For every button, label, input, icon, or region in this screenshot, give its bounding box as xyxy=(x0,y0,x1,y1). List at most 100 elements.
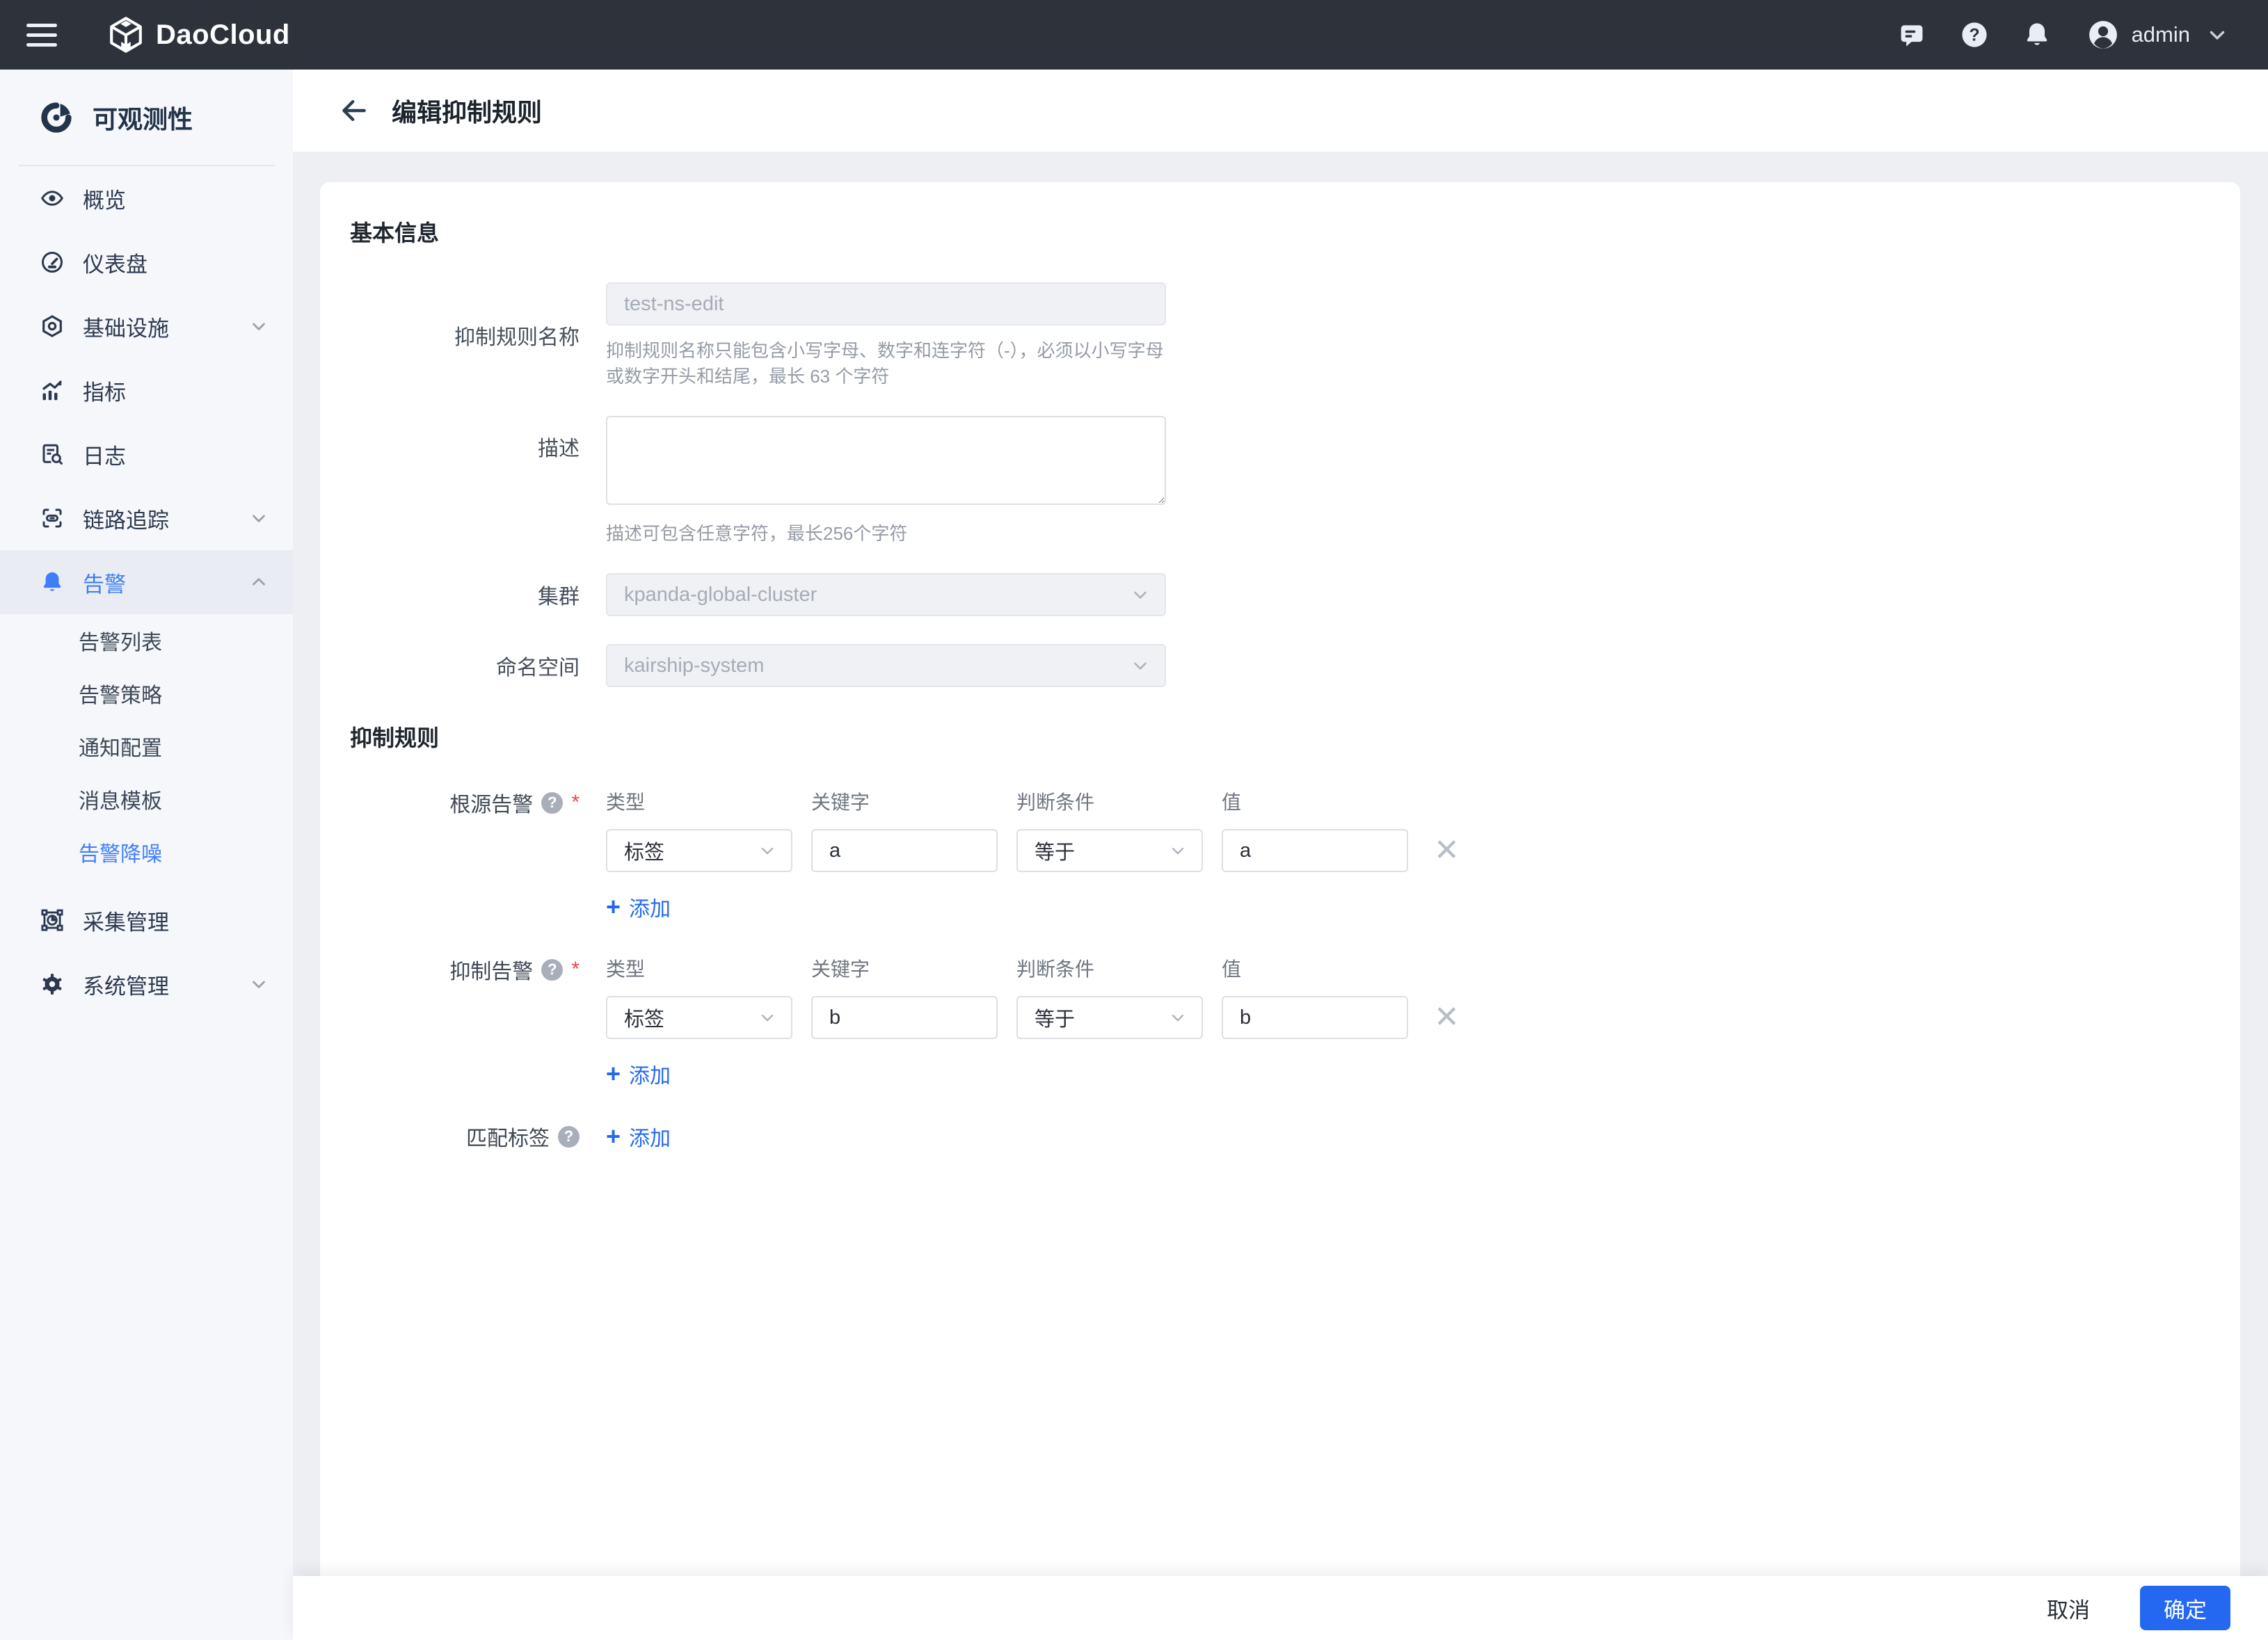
source-value-input[interactable] xyxy=(1222,829,1408,872)
match-add-button[interactable]: + 添加 xyxy=(606,1121,671,1152)
help-icon[interactable]: ? xyxy=(541,791,564,814)
chevron-down-icon xyxy=(1172,1014,1184,1022)
remove-row-icon[interactable]: ✕ xyxy=(1434,835,1460,866)
chevron-down-icon xyxy=(248,508,269,529)
suppress-type-select[interactable]: 标签 xyxy=(606,996,792,1039)
section-suppression-rules: 抑制规则 xyxy=(350,725,440,750)
sidebar-item-alerts[interactable]: 告警 xyxy=(0,550,293,614)
form-card: 基本信息 抑制规则名称 抑制规则名称只能包含小写字母、数字和连字符（-），必须以… xyxy=(320,182,2240,1576)
cluster-row: 集群 kpanda-global-cluster xyxy=(350,573,2240,616)
eye-icon xyxy=(40,186,65,211)
suppress-value-input[interactable] xyxy=(1222,996,1408,1039)
help-icon[interactable]: ? xyxy=(558,1125,580,1148)
observability-icon xyxy=(41,102,72,133)
suppress-alert-block: 抑制告警 ? * 类型 关键字 判断条件 值 标签 b 等于 b ✕ + 添加 xyxy=(350,954,2240,1089)
section-basic-info: 基本信息 xyxy=(350,220,440,246)
description-textarea[interactable] xyxy=(606,416,1166,505)
username[interactable]: admin xyxy=(2132,22,2190,47)
rule-column-headers: 类型 关键字 判断条件 值 xyxy=(606,958,1242,980)
page-title: 编辑抑制规则 xyxy=(392,98,543,127)
sidebar-item-metrics[interactable]: 指标 xyxy=(0,358,293,422)
gear-icon xyxy=(40,972,65,997)
sidebar-item-tracing[interactable]: 链路追踪 xyxy=(0,486,293,550)
main-area: 编辑抑制规则 基本信息 抑制规则名称 抑制规则名称只能包含小写字母、数字和连字符… xyxy=(293,70,2268,1640)
help-icon[interactable]: ? xyxy=(1959,19,1990,50)
collect-manage-icon xyxy=(40,908,65,933)
chevron-down-icon xyxy=(248,974,269,995)
sidebar: 可观测性 概览 仪表盘 基础设施 指标 日志 链路追踪 告警 告警列表 告警策略… xyxy=(0,70,293,1640)
source-type-select[interactable]: 标签 xyxy=(606,829,792,872)
back-arrow-icon[interactable] xyxy=(339,95,369,126)
cluster-label: 集群 xyxy=(538,586,580,609)
alert-bell-icon xyxy=(40,570,65,595)
remove-row-icon[interactable]: ✕ xyxy=(1434,1002,1460,1033)
source-op-select[interactable]: 等于 xyxy=(1016,829,1203,872)
chevron-down-icon xyxy=(761,847,774,855)
sidebar-subitem-notify-config[interactable]: 通知配置 xyxy=(0,720,293,773)
namespace-row: 命名空间 kairship-system xyxy=(350,644,2240,687)
sidebar-item-system[interactable]: 系统管理 xyxy=(0,952,293,1016)
required-asterisk: * xyxy=(571,958,580,981)
description-label: 描述 xyxy=(538,437,580,460)
cancel-button[interactable]: 取消 xyxy=(2047,1593,2090,1624)
topbar: DaoCloud ? admin xyxy=(0,0,2268,70)
trend-chart-icon xyxy=(40,378,65,403)
required-asterisk: * xyxy=(571,791,580,814)
user-chevron-down-icon[interactable] xyxy=(2205,23,2229,47)
source-key-input[interactable] xyxy=(811,829,998,872)
chevron-down-icon xyxy=(761,1014,774,1022)
daocloud-logo-icon xyxy=(106,15,146,55)
plus-icon: + xyxy=(606,892,621,921)
source-add-button[interactable]: + 添加 xyxy=(606,892,671,922)
footer-bar: 取消 确定 xyxy=(293,1576,2268,1640)
chevron-down-icon xyxy=(248,316,269,337)
rule-name-help: 抑制规则名称只能包含小写字母、数字和连字符（-），必须以小写字母或数字开头和结尾… xyxy=(606,340,1164,387)
app-body: 可观测性 概览 仪表盘 基础设施 指标 日志 链路追踪 告警 告警列表 告警策略… xyxy=(0,70,2268,1640)
plus-icon: + xyxy=(606,1122,621,1150)
match-labels-block: 匹配标签 ? + 添加 xyxy=(350,1121,2240,1152)
suppress-add-button[interactable]: + 添加 xyxy=(606,1059,671,1089)
source-alert-label-group: 根源告警 ? * xyxy=(449,791,580,817)
hexagon-icon xyxy=(40,314,65,339)
sidebar-item-collection[interactable]: 采集管理 xyxy=(0,888,293,952)
page-header: 编辑抑制规则 xyxy=(293,70,2268,152)
chevron-down-icon xyxy=(1134,591,1147,599)
sidebar-subitem-alert-policy[interactable]: 告警策略 xyxy=(0,667,293,720)
sidebar-item-logs[interactable]: 日志 xyxy=(0,422,293,486)
description-help: 描述可包含任意字符，最长256个字符 xyxy=(606,523,908,544)
message-icon[interactable] xyxy=(1896,19,1927,50)
chevron-up-icon xyxy=(248,572,269,593)
plus-icon: + xyxy=(606,1059,621,1088)
suppress-alert-label-group: 抑制告警 ? * xyxy=(449,958,580,983)
app-root: DaoCloud ? admin 可观测性 概览 仪表盘 基础设施 指标 日志 … xyxy=(0,0,2268,1640)
bell-icon[interactable] xyxy=(2022,19,2052,50)
suppress-op-select[interactable]: 等于 xyxy=(1016,996,1203,1039)
sidebar-subitem-alert-noise-reduction[interactable]: 告警降噪 xyxy=(0,826,293,878)
avatar[interactable] xyxy=(2087,19,2119,51)
sidebar-subitem-alert-list[interactable]: 告警列表 xyxy=(0,614,293,667)
content-area: 基本信息 抑制规则名称 抑制规则名称只能包含小写字母、数字和连字符（-），必须以… xyxy=(293,152,2268,1576)
sidebar-item-infrastructure[interactable]: 基础设施 xyxy=(0,294,293,358)
sidebar-item-dashboard[interactable]: 仪表盘 xyxy=(0,230,293,294)
confirm-button[interactable]: 确定 xyxy=(2140,1586,2230,1630)
rule-name-input[interactable] xyxy=(606,282,1166,325)
rule-name-label: 抑制规则名称 xyxy=(454,326,580,349)
cluster-select[interactable]: kpanda-global-cluster xyxy=(606,573,1166,616)
chevron-down-icon xyxy=(1172,847,1184,855)
brand-name: DaoCloud xyxy=(156,19,290,50)
namespace-label: 命名空间 xyxy=(496,657,580,680)
match-labels-label-group: 匹配标签 ? xyxy=(350,1121,606,1152)
menu-icon[interactable] xyxy=(26,23,57,47)
namespace-select[interactable]: kairship-system xyxy=(606,644,1166,687)
log-search-icon xyxy=(40,442,65,467)
sidebar-item-overview[interactable]: 概览 xyxy=(0,166,293,230)
rule-column-headers: 类型 关键字 判断条件 值 xyxy=(606,791,1242,813)
description-row: 描述 描述可包含任意字符，最长256个字符 xyxy=(350,416,2240,545)
suppress-key-input[interactable] xyxy=(811,996,998,1039)
gauge-icon xyxy=(40,250,65,275)
help-icon[interactable]: ? xyxy=(541,958,564,981)
sidebar-header: 可观测性 xyxy=(0,70,293,165)
sidebar-subitem-message-template[interactable]: 消息模板 xyxy=(0,773,293,826)
chevron-down-icon xyxy=(1134,662,1147,670)
